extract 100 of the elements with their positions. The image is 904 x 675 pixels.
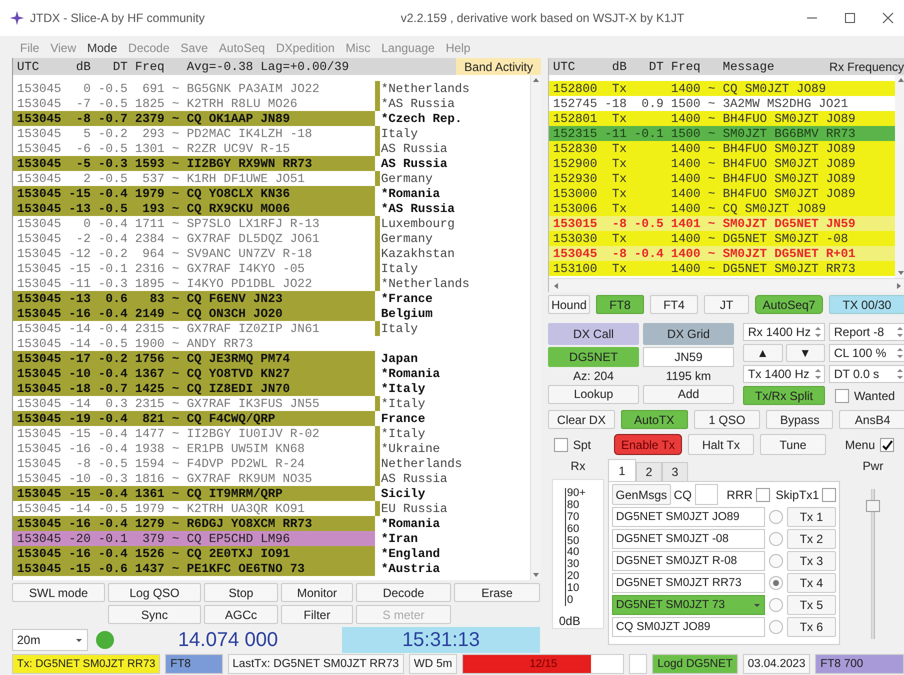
label-cell: DX Call bbox=[548, 323, 639, 345]
maximize-icon[interactable] bbox=[844, 12, 856, 24]
radio-button[interactable] bbox=[768, 532, 783, 546]
button[interactable]: 1 QSO bbox=[694, 410, 760, 429]
radio-button[interactable] bbox=[768, 554, 783, 568]
message-field[interactable]: DG5NET SM0JZT JO89 bbox=[612, 507, 765, 527]
column-header[interactable]: UTC bbox=[553, 60, 598, 74]
checkbox[interactable] bbox=[835, 388, 849, 402]
cq-field[interactable] bbox=[694, 484, 718, 505]
table-cell: CQ 2E0TXJ IO91 bbox=[186, 546, 290, 560]
table-cell: DG5NET SM0JZT RR73 bbox=[722, 262, 856, 276]
scrollbar[interactable] bbox=[895, 75, 904, 278]
close-icon[interactable] bbox=[882, 12, 894, 24]
column-header[interactable]: dB bbox=[61, 60, 91, 74]
spin-box[interactable]: DT 0.0 s bbox=[829, 365, 904, 383]
button[interactable]: Tx 2 bbox=[786, 529, 836, 549]
button[interactable]: Log QSO bbox=[108, 583, 201, 602]
checkbox[interactable] bbox=[756, 488, 770, 502]
table-cell: 152930 bbox=[553, 172, 598, 186]
message-field[interactable]: DG5NET SM0JZT RR73 bbox=[612, 573, 765, 593]
column-header[interactable]: DT bbox=[90, 60, 128, 74]
button[interactable]: Clear DX bbox=[548, 410, 615, 429]
message-field[interactable]: DG5NET SM0JZT R-08 bbox=[612, 551, 765, 571]
button[interactable]: Sync bbox=[108, 605, 201, 624]
tab[interactable]: 3 bbox=[662, 462, 688, 481]
table-cell: ER1PB UW5IM KN68 bbox=[186, 442, 305, 456]
button[interactable]: FT4 bbox=[650, 295, 698, 314]
table-cell: CQ OK1AAP JN89 bbox=[186, 112, 290, 126]
table-cell: 153045 bbox=[17, 306, 62, 320]
table-cell-text: -5 bbox=[75, 156, 91, 170]
table-cell-text: 1400 bbox=[670, 156, 701, 170]
button[interactable]: Tx 6 bbox=[786, 617, 836, 637]
spin-box[interactable]: Report -8 bbox=[829, 323, 904, 341]
table-cell: 153015 bbox=[553, 216, 598, 230]
spin-box[interactable]: Tx 1400 Hz bbox=[743, 365, 825, 383]
table-cell-text: 1400 bbox=[670, 82, 701, 96]
button[interactable]: FT8 bbox=[596, 295, 644, 314]
button[interactable]: AutoTX bbox=[620, 410, 688, 429]
button[interactable]: AnsB4 bbox=[839, 410, 904, 429]
button[interactable]: Bypass bbox=[766, 410, 834, 429]
button[interactable]: Lookup bbox=[548, 384, 639, 404]
scrollbar[interactable] bbox=[530, 75, 541, 580]
table-cell-text: ~ bbox=[706, 142, 716, 156]
menu-item[interactable]: Mode bbox=[87, 41, 118, 55]
table-cell-text: -0.3 bbox=[97, 276, 128, 290]
column-header[interactable]: Freq bbox=[664, 60, 701, 74]
button[interactable]: Add bbox=[643, 384, 734, 404]
button[interactable]: AGCc bbox=[204, 605, 278, 624]
spin-box[interactable]: CL 100 % bbox=[829, 344, 904, 362]
message-field[interactable]: CQ SM0JZT JO89 bbox=[612, 617, 765, 637]
column-header[interactable]: Message bbox=[722, 60, 774, 74]
button[interactable]: ▼ bbox=[786, 344, 825, 362]
button[interactable]: Tune bbox=[760, 434, 826, 455]
spin-box[interactable]: Rx 1400 Hz bbox=[743, 323, 825, 341]
table-cell-text: ~ bbox=[706, 232, 716, 246]
button[interactable]: Tx 3 bbox=[786, 551, 836, 571]
button[interactable]: Monitor bbox=[281, 583, 353, 602]
button[interactable]: Erase bbox=[454, 583, 540, 602]
message-dropdown[interactable]: DG5NET SM0JZT 73 bbox=[612, 595, 765, 615]
clock-display: 15:31:13 bbox=[342, 627, 540, 653]
button[interactable]: Tx 5 bbox=[786, 595, 836, 615]
button[interactable]: TX 00/30 bbox=[829, 295, 904, 314]
button[interactable]: Filter bbox=[281, 605, 353, 624]
tab[interactable]: 1 bbox=[608, 459, 636, 481]
column-header[interactable]: Freq bbox=[128, 60, 165, 74]
table-cell: CQ IZ8EDI JN70 bbox=[186, 382, 290, 396]
grid-field[interactable]: JN59 bbox=[643, 346, 734, 366]
table-cell-text: ~ bbox=[170, 292, 180, 306]
button[interactable]: Tx 4 bbox=[786, 573, 836, 593]
column-header[interactable]: DT bbox=[626, 60, 664, 74]
button[interactable]: Tx/Rx Split bbox=[743, 386, 825, 405]
radio-button[interactable] bbox=[768, 576, 783, 590]
message-field[interactable]: DG5NET SM0JZT -08 bbox=[612, 529, 765, 549]
checkbox[interactable] bbox=[822, 488, 836, 502]
band-dropdown[interactable]: 20m bbox=[12, 629, 88, 651]
button[interactable]: JT bbox=[704, 295, 749, 314]
button[interactable]: Hound bbox=[548, 295, 590, 314]
button[interactable]: Stop bbox=[204, 583, 278, 602]
button[interactable]: GenMsgs bbox=[612, 484, 671, 505]
column-header[interactable]: UTC bbox=[17, 60, 62, 74]
scrollbar[interactable] bbox=[549, 278, 904, 292]
table-cell: BH4FUO SM0JZT JO89 bbox=[722, 186, 856, 200]
radio-button[interactable] bbox=[768, 598, 783, 612]
table-cell-text: ~ bbox=[170, 246, 180, 260]
button[interactable]: Decode bbox=[356, 583, 451, 602]
checkbox[interactable] bbox=[880, 438, 894, 452]
tab[interactable]: 2 bbox=[636, 462, 662, 481]
table-cell-text: ~ bbox=[170, 82, 180, 96]
column-header[interactable]: dB bbox=[597, 60, 627, 74]
table-cell: *Austria bbox=[381, 562, 440, 576]
radio-button[interactable] bbox=[768, 510, 783, 524]
button[interactable]: Halt Tx bbox=[688, 434, 754, 455]
checkbox[interactable] bbox=[554, 438, 568, 452]
button[interactable]: SWL mode bbox=[12, 583, 105, 602]
slider-thumb[interactable] bbox=[866, 500, 880, 512]
button[interactable]: AutoSeq7 bbox=[755, 295, 823, 314]
button[interactable]: Tx 1 bbox=[786, 507, 836, 527]
button[interactable]: ▲ bbox=[743, 344, 782, 362]
callsign-field[interactable]: DG5NET bbox=[548, 346, 639, 366]
radio-button[interactable] bbox=[768, 620, 783, 634]
